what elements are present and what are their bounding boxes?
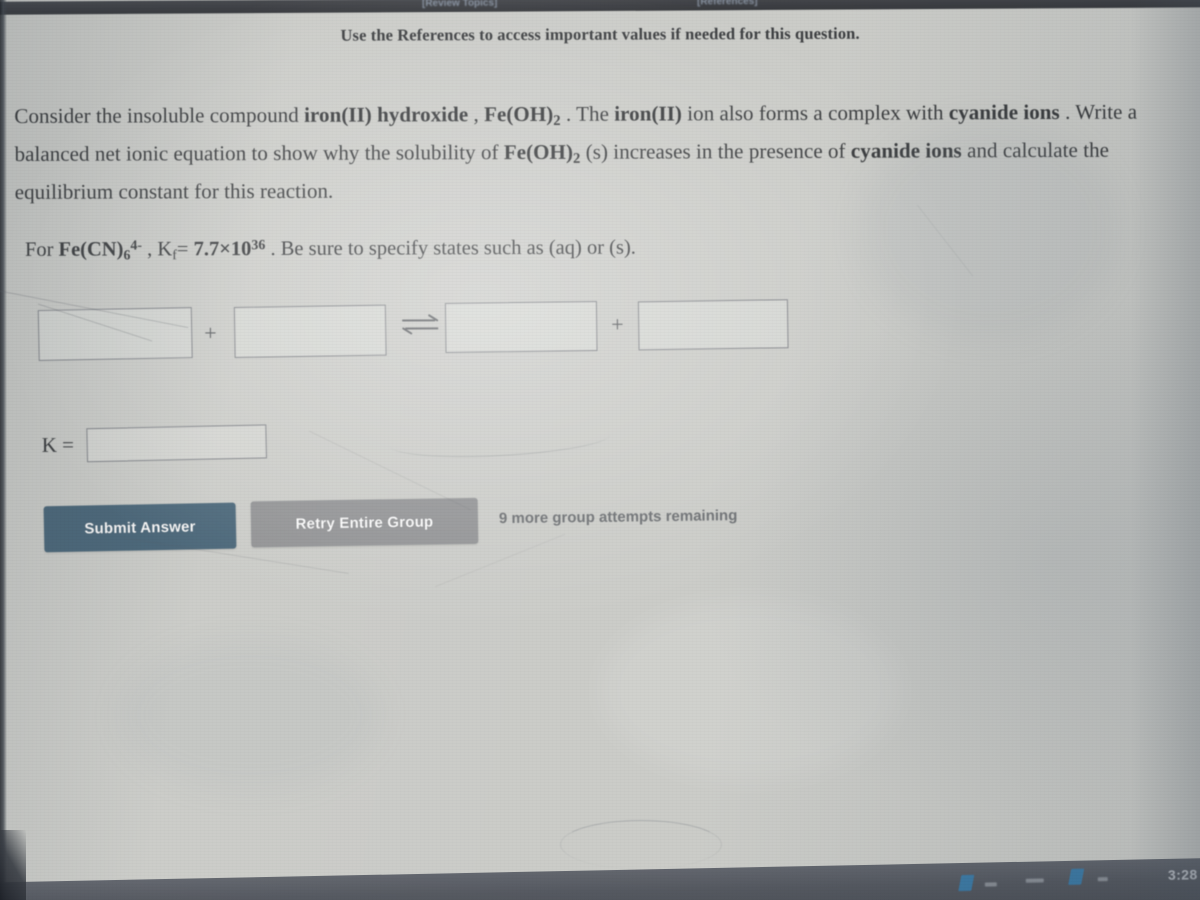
formula-base-2: Fe(OH)	[503, 139, 574, 165]
reactant-1-input[interactable]	[37, 307, 193, 362]
prompt-part-1: Consider the insoluble compound	[14, 102, 305, 128]
attempts-remaining-text: 9 more group attempts remaining	[498, 507, 738, 528]
kf-equals: =	[176, 238, 194, 261]
formula-base: Fe(OH)	[484, 101, 554, 127]
taskbar-app-icon[interactable]	[1097, 877, 1108, 882]
browser-page: [Review Topics] [References] Use the Ref…	[0, 0, 1200, 900]
reactant-2-input[interactable]	[233, 304, 387, 359]
product-1-input[interactable]	[444, 301, 598, 353]
cyanide-ions-label-2: cyanide ions	[850, 138, 962, 163]
plus-sign-2: +	[611, 311, 624, 337]
kf-tail: . Be sure to specify states such as (aq)…	[265, 236, 636, 260]
kf-exponent: 36	[251, 238, 266, 254]
formula-subscript-2: 2	[572, 150, 581, 168]
kf-symbol: K	[157, 238, 173, 261]
complex-base: Fe(CN)	[58, 238, 124, 261]
question-sheet: Use the References to access important v…	[0, 6, 1200, 877]
taskbar-app-icon[interactable]	[958, 874, 975, 892]
kf-coefficient: 7.7×10	[193, 238, 252, 261]
prompt-part-6: (s) increases in the presence of	[580, 138, 851, 164]
kf-lead: For	[24, 238, 59, 261]
kf-comma: ,	[141, 238, 158, 261]
taskbar-app-icon[interactable]	[1025, 878, 1044, 883]
product-2-input[interactable]	[637, 299, 789, 351]
equilibrium-constant-input[interactable]	[86, 424, 268, 463]
equilibrium-arrow-icon	[399, 309, 441, 339]
complex-formula: Fe(CN)64-	[58, 238, 143, 264]
references-link[interactable]: [References]	[697, 0, 758, 7]
compound-name: iron(II) hydroxide	[304, 102, 469, 127]
prompt-part-3: . The	[560, 101, 615, 126]
submit-answer-button[interactable]: Submit Answer	[43, 502, 237, 553]
equation-answer-row: + +	[1, 299, 1001, 373]
references-note: Use the References to access important v…	[340, 23, 860, 45]
question-prompt: Consider the insoluble compound iron(II)…	[14, 96, 1200, 208]
plus-sign-1: +	[204, 320, 217, 346]
cyanide-ions-label-1: cyanide ions	[948, 99, 1060, 125]
taskbar-app-icon[interactable]	[1068, 868, 1085, 885]
photo-corner-shadow	[0, 830, 26, 900]
prompt-part-4: ion also forms a complex with	[681, 100, 949, 126]
taskbar-app-icon[interactable]	[984, 882, 997, 887]
kf-constant-line: For Fe(CN)64- , Kf= 7.7×1036 . Be sure t…	[25, 237, 636, 265]
ion-name: iron(II)	[614, 101, 682, 126]
taskbar-clock[interactable]: 3:28 PM	[1168, 866, 1200, 883]
photographed-screen: [Review Topics] [References] Use the Ref…	[0, 0, 1200, 900]
retry-entire-group-button[interactable]: Retry Entire Group	[250, 497, 479, 548]
review-topics-link[interactable]: [Review Topics]	[422, 0, 497, 9]
formula-iron-hydroxide-2: Fe(OH)2	[503, 139, 581, 168]
formula-iron-hydroxide: Fe(OH)2	[484, 101, 561, 129]
prompt-part-2: ,	[468, 102, 485, 127]
photo-left-bezel-edge	[0, 0, 7, 900]
equilibrium-constant-row: K =	[2, 421, 422, 469]
kf-value: 7.7×1036	[193, 238, 265, 260]
complex-charge: 4-	[130, 238, 143, 254]
k-label: K =	[41, 432, 74, 457]
